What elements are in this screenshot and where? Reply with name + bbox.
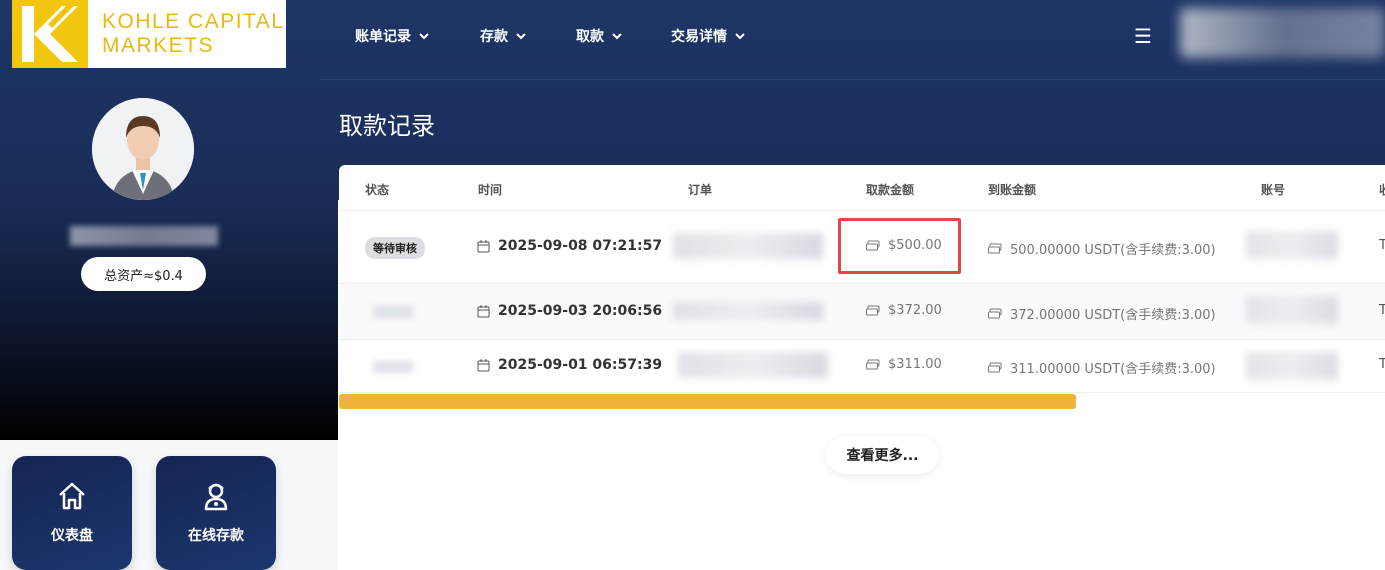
extra-cell: T bbox=[1379, 238, 1385, 253]
order-redacted bbox=[673, 233, 823, 259]
money-stack-icon bbox=[988, 362, 1002, 372]
time-value: 2025-09-03 20:06:56 bbox=[498, 303, 663, 319]
received-amount-cell: 311.00000 USDT(含手续费:3.00) bbox=[988, 358, 1216, 377]
username-redacted bbox=[70, 226, 218, 246]
calendar-icon bbox=[477, 304, 490, 317]
nav-label: 账单记录 bbox=[355, 29, 411, 45]
tile-label: 在线存款 bbox=[188, 528, 244, 544]
status-redacted bbox=[373, 306, 413, 318]
time-value: 2025-09-08 07:21:57 bbox=[498, 238, 663, 254]
withdrawal-table: 状态 时间 订单 取款金额 到账金额 账号 收 等待审核 2025-09-08 … bbox=[339, 165, 1385, 410]
order-redacted bbox=[673, 302, 823, 320]
top-navigation: 账单记录 存款 取款 交易详情 ☰ bbox=[320, 0, 1385, 80]
column-header-received-amount: 到账金额 bbox=[988, 183, 1037, 197]
chevron-down-icon bbox=[516, 33, 526, 40]
received-amount: 372.00000 USDT(含手续费:3.00) bbox=[1010, 308, 1216, 323]
received-amount-cell: 500.00000 USDT(含手续费:3.00) bbox=[988, 239, 1216, 258]
brand-line-2: MARKETS bbox=[102, 34, 215, 57]
withdraw-amount-cell: $311.00 bbox=[866, 357, 942, 372]
nav-label: 存款 bbox=[480, 29, 508, 45]
account-redacted bbox=[1246, 231, 1338, 259]
nav-billing-records[interactable]: 账单记录 bbox=[355, 26, 429, 46]
nav-withdraw[interactable]: 取款 bbox=[576, 26, 622, 46]
withdraw-amount: $372.00 bbox=[888, 303, 942, 318]
money-stack-icon bbox=[988, 308, 1002, 318]
account-cell bbox=[1246, 296, 1338, 324]
time-value: 2025-09-01 06:57:39 bbox=[498, 357, 663, 373]
table-header: 状态 时间 订单 取款金额 到账金额 账号 收 bbox=[339, 165, 1385, 211]
nav-label: 取款 bbox=[576, 29, 604, 45]
received-amount-cell: 372.00000 USDT(含手续费:3.00) bbox=[988, 304, 1216, 323]
chevron-down-icon bbox=[612, 33, 622, 40]
account-redacted bbox=[1246, 352, 1338, 380]
total-assets-badge: 总资产≈$0.4 bbox=[81, 257, 206, 291]
received-amount: 311.00000 USDT(含手续费:3.00) bbox=[1010, 362, 1216, 377]
withdraw-amount-cell: $372.00 bbox=[866, 303, 942, 318]
nav-deposit[interactable]: 存款 bbox=[480, 26, 526, 46]
order-cell bbox=[678, 352, 828, 378]
nav-trade-details[interactable]: 交易详情 bbox=[671, 26, 745, 46]
column-header-account: 账号 bbox=[1261, 183, 1286, 197]
column-header-status: 状态 bbox=[365, 183, 390, 197]
page-title: 取款记录 bbox=[339, 112, 435, 140]
chevron-down-icon bbox=[735, 33, 745, 40]
home-icon bbox=[59, 482, 85, 510]
table-row[interactable]: 2025-09-01 06:57:39 $311.00 311.00000 US… bbox=[339, 340, 1385, 393]
money-stack-icon bbox=[866, 359, 880, 369]
nav-label: 交易详情 bbox=[671, 29, 727, 45]
tile-label: 仪表盘 bbox=[51, 528, 93, 544]
column-header-extra: 收 bbox=[1379, 181, 1385, 198]
account-cell bbox=[1246, 231, 1338, 259]
time-cell: 2025-09-01 06:57:39 bbox=[477, 357, 662, 373]
logo-mark-icon bbox=[12, 0, 88, 68]
menu-icon[interactable]: ☰ bbox=[1134, 24, 1152, 48]
user-support-icon bbox=[204, 483, 228, 511]
order-cell bbox=[673, 233, 823, 259]
avatar bbox=[92, 98, 194, 200]
received-amount: 500.00000 USDT(含手续费:3.00) bbox=[1010, 243, 1216, 258]
time-cell: 2025-09-08 07:21:57 bbox=[477, 238, 662, 254]
status-cell bbox=[373, 306, 413, 318]
order-redacted bbox=[678, 352, 828, 378]
order-cell bbox=[673, 302, 823, 320]
horizontal-scrollbar[interactable] bbox=[339, 394, 1076, 409]
time-cell: 2025-09-03 20:06:56 bbox=[477, 303, 662, 319]
status-cell: 等待审核 bbox=[365, 237, 425, 259]
calendar-icon bbox=[477, 239, 490, 252]
extra-cell: T bbox=[1379, 303, 1385, 318]
calendar-icon bbox=[477, 358, 490, 371]
tile-online-deposit[interactable]: 在线存款 bbox=[156, 456, 276, 570]
money-stack-icon bbox=[866, 305, 880, 315]
tile-dashboard[interactable]: 仪表盘 bbox=[12, 456, 132, 570]
money-stack-icon bbox=[988, 243, 1002, 253]
column-header-withdraw-amount: 取款金额 bbox=[866, 183, 915, 197]
brand-line-1: KOHLE CAPITAL bbox=[102, 10, 285, 33]
status-redacted bbox=[373, 361, 413, 373]
amount-highlight-annotation bbox=[838, 218, 961, 274]
column-header-time: 时间 bbox=[478, 183, 503, 197]
account-cell bbox=[1246, 352, 1338, 380]
withdraw-amount: $311.00 bbox=[888, 357, 942, 372]
status-cell bbox=[373, 361, 413, 373]
table-row[interactable]: 2025-09-03 20:06:56 $372.00 372.00000 US… bbox=[339, 284, 1385, 340]
brand-name: KOHLE CAPITAL MARKETS bbox=[88, 10, 285, 58]
column-header-order: 订单 bbox=[688, 183, 713, 197]
extra-cell: T bbox=[1379, 357, 1385, 372]
user-account-redacted[interactable] bbox=[1180, 8, 1385, 58]
account-redacted bbox=[1246, 296, 1338, 324]
view-more-button[interactable]: 查看更多... bbox=[826, 436, 939, 474]
chevron-down-icon bbox=[419, 33, 429, 40]
status-badge: 等待审核 bbox=[365, 237, 425, 259]
brand-logo[interactable]: KOHLE CAPITAL MARKETS bbox=[12, 0, 286, 68]
